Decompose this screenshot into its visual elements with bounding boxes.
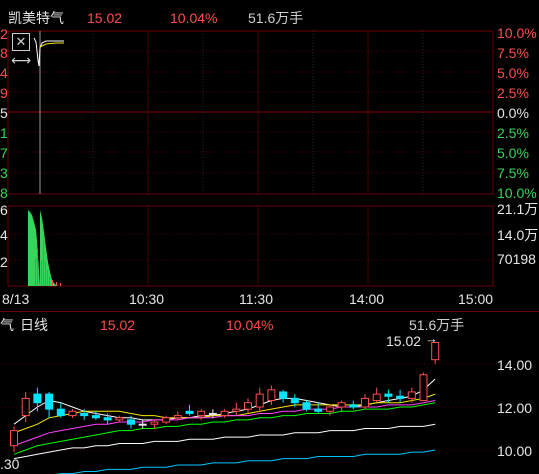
candle-body <box>220 410 229 417</box>
intraday-left-label: 5 <box>0 105 8 121</box>
intraday-right-label: 10.0% <box>497 25 537 41</box>
candle-body <box>68 410 77 417</box>
candle-body <box>384 393 393 397</box>
candle-body <box>232 408 241 412</box>
candle-body <box>208 412 217 415</box>
volume-left-label: 4 <box>0 227 8 243</box>
intraday-left-label: 9 <box>0 85 8 101</box>
candle-body <box>197 410 206 417</box>
candle[interactable] <box>372 387 381 403</box>
candle-body <box>396 395 405 399</box>
arrows-horizontal-icon[interactable]: ⟷ <box>11 53 31 67</box>
time-label: 14:00 <box>349 291 385 307</box>
time-label: 10:30 <box>129 291 165 307</box>
candle-body <box>162 417 171 423</box>
time-label: 11:30 <box>239 291 273 307</box>
candle-body <box>337 402 346 408</box>
candle-body <box>173 415 182 419</box>
candle-body <box>314 408 323 412</box>
volume-left-label: 6 <box>0 202 8 218</box>
candle-body <box>267 389 276 402</box>
candle-body <box>279 391 288 399</box>
candle[interactable] <box>56 402 65 418</box>
time-label: 15:00 <box>458 291 494 307</box>
intraday-left-label: 8 <box>0 45 8 61</box>
candle[interactable] <box>232 402 241 416</box>
candle[interactable] <box>337 400 346 412</box>
ma120-line <box>55 449 436 474</box>
candle[interactable] <box>396 389 405 403</box>
intraday-right-label: 7.5% <box>497 165 529 181</box>
candle-body <box>56 408 65 417</box>
daily-kline-chart[interactable] <box>0 314 539 474</box>
intraday-right-label: 2.5% <box>497 85 529 101</box>
intraday-right-label: 5.0% <box>497 145 529 161</box>
candle-body <box>325 406 334 412</box>
intraday-chart[interactable] <box>0 0 539 320</box>
intraday-right-label: 10.0% <box>497 185 537 201</box>
candle-body <box>255 393 264 408</box>
volume-right-label: 14.0万 <box>497 227 539 243</box>
candle[interactable] <box>115 415 124 423</box>
intraday-right-label: 5.0% <box>497 65 529 81</box>
intraday-right-label: 7.5% <box>497 45 529 61</box>
candle[interactable] <box>314 402 323 414</box>
candle[interactable] <box>255 387 264 412</box>
candle-body <box>244 402 252 410</box>
intraday-left-label: 4 <box>0 65 8 81</box>
panel-divider <box>0 311 539 312</box>
candle[interactable] <box>361 394 369 410</box>
candle-body <box>185 410 194 414</box>
candle[interactable] <box>349 400 358 410</box>
close-icon[interactable]: ✕ <box>12 33 30 51</box>
candle-body <box>91 415 100 419</box>
intraday-volume-bars <box>28 210 61 286</box>
intraday-left-label: 1 <box>0 125 8 141</box>
time-label-date: 8/13 <box>2 291 30 307</box>
candle-body <box>127 419 135 425</box>
candle-body <box>431 342 440 361</box>
intraday-left-label: 8 <box>0 185 8 201</box>
intraday-right-label: 0.0% <box>497 105 529 121</box>
candle-body <box>103 417 112 421</box>
candle[interactable] <box>244 398 252 414</box>
candle-body <box>45 393 54 410</box>
candle-body <box>419 374 428 402</box>
volume-left-label: 2 <box>0 254 8 270</box>
candle-body <box>349 404 358 408</box>
candle[interactable] <box>68 409 77 418</box>
candle[interactable] <box>33 387 42 412</box>
candle[interactable] <box>431 342 440 365</box>
candle[interactable] <box>10 426 18 453</box>
candle[interactable] <box>45 391 54 418</box>
volume-right-label: 70198 <box>497 251 536 267</box>
candle[interactable] <box>150 419 159 429</box>
candle-body <box>21 397 30 417</box>
candle-body <box>407 391 416 399</box>
volume-right-label: 21.1万 <box>497 201 539 217</box>
candle-body <box>115 417 124 421</box>
candle-body <box>361 397 369 408</box>
candle-body <box>33 393 42 404</box>
candle[interactable] <box>419 372 428 402</box>
candle[interactable] <box>185 404 194 416</box>
candle[interactable] <box>279 389 288 403</box>
candle-body <box>302 402 311 410</box>
candle-body <box>290 397 299 404</box>
candle-body <box>372 393 381 402</box>
candle-body <box>150 421 159 425</box>
candle-body <box>10 430 18 447</box>
candle-body <box>138 423 147 426</box>
intraday-left-label: 7 <box>0 145 8 161</box>
intraday-right-label: 2.5% <box>497 125 529 141</box>
intraday-left-label: 2 <box>0 26 8 42</box>
ma60-line <box>13 423 436 460</box>
intraday-left-label: 3 <box>0 165 8 181</box>
candle-body <box>80 412 89 417</box>
